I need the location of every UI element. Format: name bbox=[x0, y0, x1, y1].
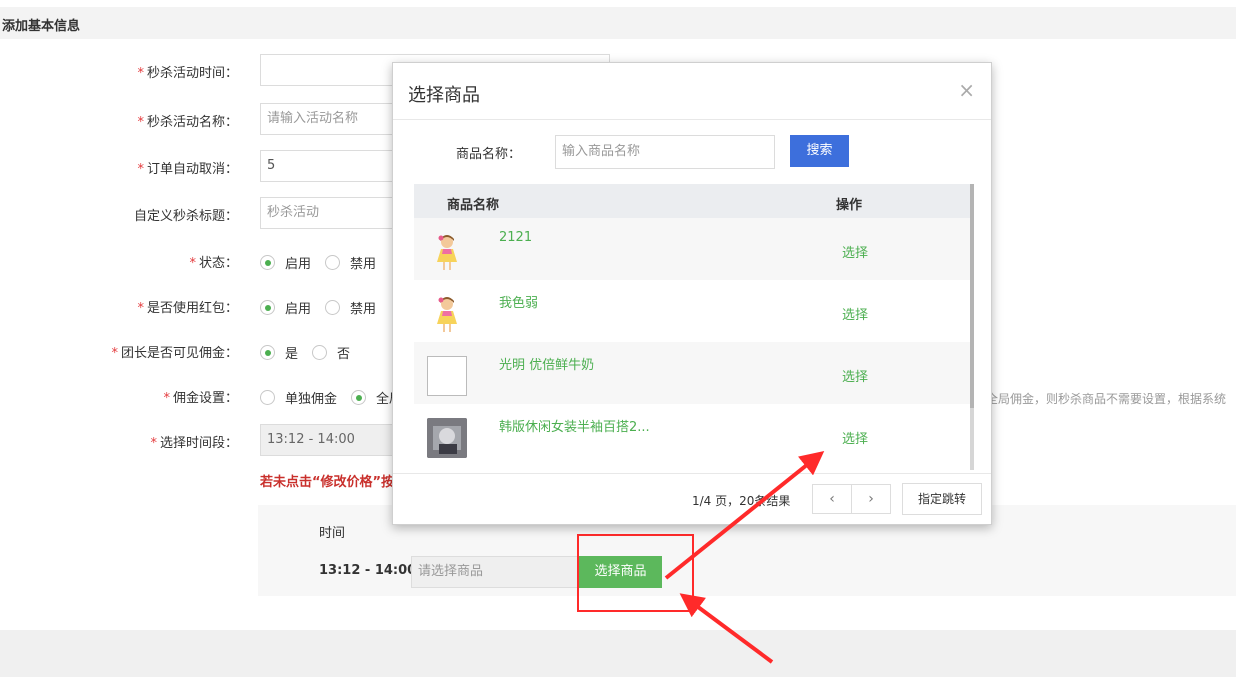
product-name[interactable]: 我色弱 bbox=[499, 292, 538, 311]
jump-page-button[interactable]: 指定跳转 bbox=[902, 483, 982, 515]
next-page-button[interactable]: › bbox=[851, 484, 891, 514]
goods-table: 商品名称 操作 2121 选择 我色弱 选择 光明 优倍鲜牛奶 选择 韩版休闲女… bbox=[414, 184, 974, 470]
radio-checked-icon bbox=[260, 345, 275, 360]
commission-single-radio[interactable]: 单独佣金 bbox=[260, 388, 337, 407]
time-slot-input[interactable]: 13:12 - 14:00 bbox=[260, 424, 395, 456]
table-scroll-thumb[interactable] bbox=[970, 184, 974, 408]
search-input[interactable]: 输入商品名称 bbox=[555, 135, 775, 169]
radio-checked-icon bbox=[351, 390, 366, 405]
footer-area bbox=[0, 630, 1236, 677]
select-link[interactable]: 选择 bbox=[842, 428, 868, 447]
red-packet-label: * 是否使用红包： bbox=[137, 301, 238, 316]
search-label: 商品名称： bbox=[456, 147, 522, 162]
close-icon[interactable]: × bbox=[958, 78, 975, 102]
activity-name-label: * 秒杀活动名称： bbox=[137, 115, 238, 130]
section-header: 添加基本信息 bbox=[0, 7, 1236, 39]
product-name[interactable]: 光明 优倍鲜牛奶 bbox=[499, 354, 594, 373]
radio-empty-icon bbox=[325, 255, 340, 270]
red-packet-disable-radio[interactable]: 禁用 bbox=[325, 298, 376, 317]
girl-icon bbox=[437, 297, 457, 332]
broken-image-icon bbox=[427, 356, 467, 396]
table-row: 光明 优倍鲜牛奶 选择 bbox=[414, 342, 970, 404]
status-enable-radio[interactable]: 启用 bbox=[260, 253, 311, 272]
activity-time-label: * 秒杀活动时间： bbox=[137, 66, 238, 81]
radio-empty-icon bbox=[260, 390, 275, 405]
modal-divider bbox=[393, 119, 991, 120]
radio-checked-icon bbox=[260, 255, 275, 270]
custom-title-label: 自定义秒杀标题： bbox=[133, 209, 238, 224]
product-name[interactable]: 韩版休闲女装半袖百搭2... bbox=[499, 416, 650, 435]
commission-setting-label: * 佣金设置： bbox=[163, 391, 238, 406]
status-disable-radio[interactable]: 禁用 bbox=[325, 253, 376, 272]
activity-name-input[interactable]: 请输入活动名称 bbox=[260, 103, 395, 135]
time-slot-label: * 选择时间段： bbox=[150, 436, 238, 451]
leader-commission-label: * 团长是否可见佣金： bbox=[111, 346, 238, 361]
product-photo-icon bbox=[427, 418, 467, 458]
page: 添加基本信息 * 秒杀活动时间： * 秒杀活动名称： 请输入活动名称 * 订单自动取消… bbox=[0, 0, 1236, 677]
status-label: * 状态： bbox=[189, 256, 238, 271]
select-link[interactable]: 选择 bbox=[842, 242, 868, 261]
leader-commission-yes-radio[interactable]: 是 bbox=[260, 343, 298, 362]
product-name[interactable]: 2121 bbox=[499, 230, 532, 245]
commission-hint: 全局佣金，则秒杀商品不需要设置，根据系统 bbox=[986, 392, 1227, 406]
radio-empty-icon bbox=[312, 345, 327, 360]
pick-goods-input[interactable]: 请选择商品 bbox=[411, 556, 579, 588]
leader-commission-no-radio[interactable]: 否 bbox=[312, 343, 350, 362]
slot-panel-time: 13:12 - 14:00 bbox=[319, 563, 417, 578]
table-row: 韩版休闲女装半袖百搭2... 选择 bbox=[414, 404, 970, 466]
prev-page-button[interactable]: ‹ bbox=[812, 484, 852, 514]
radio-checked-icon bbox=[260, 300, 275, 315]
modal-footer-divider bbox=[393, 473, 991, 474]
price-warning: 若未点击“修改价格”按钮 bbox=[260, 475, 408, 490]
select-link[interactable]: 选择 bbox=[842, 304, 868, 323]
slot-panel-header: 时间 bbox=[319, 526, 346, 541]
table-row: 我色弱 选择 bbox=[414, 280, 970, 342]
select-link[interactable]: 选择 bbox=[842, 366, 868, 385]
select-goods-modal: 选择商品 × 商品名称： 输入商品名称 搜索 商品名称 操作 2121 选择 我… bbox=[392, 62, 992, 525]
search-button[interactable]: 搜索 bbox=[790, 135, 849, 167]
red-packet-enable-radio[interactable]: 启用 bbox=[260, 298, 311, 317]
custom-title-input[interactable]: 秒杀活动 bbox=[260, 197, 395, 229]
table-row: 2121 选择 bbox=[414, 218, 970, 280]
highlight-box bbox=[577, 534, 694, 612]
radio-empty-icon bbox=[325, 300, 340, 315]
table-header: 商品名称 操作 bbox=[414, 184, 974, 218]
pagination-info: 1/4 页，20条结果 bbox=[692, 494, 791, 508]
section-title: 添加基本信息 bbox=[2, 19, 81, 34]
col-header-op: 操作 bbox=[836, 198, 863, 213]
col-header-name: 商品名称 bbox=[447, 198, 500, 213]
girl-icon bbox=[437, 235, 457, 270]
modal-title: 选择商品 bbox=[408, 85, 480, 106]
top-strip bbox=[0, 0, 1236, 7]
product-thumbnail bbox=[427, 232, 467, 272]
product-thumbnail bbox=[427, 294, 467, 334]
auto-cancel-label: * 订单自动取消： bbox=[137, 162, 238, 177]
auto-cancel-input[interactable]: 5 bbox=[260, 150, 395, 182]
